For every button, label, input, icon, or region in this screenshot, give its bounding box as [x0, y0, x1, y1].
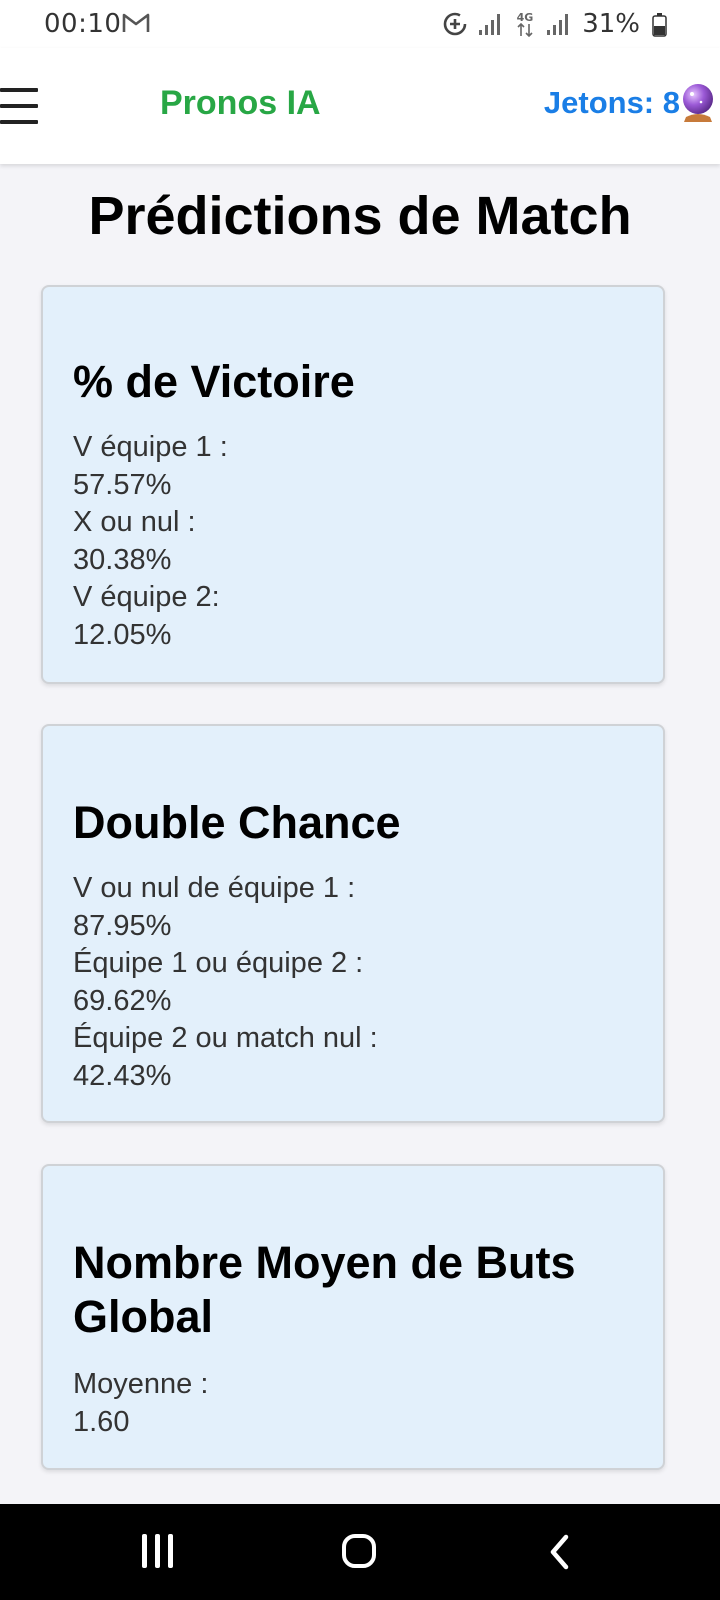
crystal-ball-icon [683, 84, 713, 122]
win-probability-card: % de Victoire V équipe 1 : 57.57% X ou n… [41, 285, 665, 684]
card-value: 69.62% [73, 984, 172, 1017]
card-line: V équipe 1 : [73, 431, 228, 463]
card-title: Nombre Moyen de Buts Global [73, 1237, 576, 1342]
network-label: 4G [517, 11, 534, 24]
card-content: Moyenne : 1.60 [73, 1366, 208, 1441]
card-content: V ou nul de équipe 1 : 87.95% Équipe 1 o… [73, 870, 378, 1095]
status-time: 00:10 [44, 9, 122, 39]
data-saver-icon [443, 12, 467, 36]
gmail-icon [122, 13, 150, 32]
card-title: % de Victoire [73, 356, 355, 407]
card-value: 42.43% [73, 1059, 172, 1092]
card-line: V ou nul de équipe 1 : [73, 872, 356, 904]
card-value: 30.38% [73, 543, 172, 576]
network-4g-icon: 4G [517, 11, 534, 38]
card-line: Équipe 1 ou équipe 2 : [73, 947, 364, 979]
card-line: Équipe 2 ou match nul : [73, 1022, 378, 1054]
app-header: Pronos IA Jetons: 8 [0, 48, 720, 164]
card-value: 57.57% [73, 468, 172, 501]
card-title: Double Chance [73, 797, 401, 848]
average-goals-card: Nombre Moyen de Buts Global Moyenne : 1.… [41, 1164, 665, 1470]
double-chance-card: Double Chance V ou nul de équipe 1 : 87.… [41, 724, 665, 1123]
card-line: X ou nul : [73, 506, 196, 538]
home-icon[interactable] [342, 1534, 376, 1568]
system-nav-bar [0, 1504, 720, 1600]
recent-apps-icon[interactable] [142, 1534, 176, 1568]
tokens-counter[interactable]: Jetons: 8 [544, 85, 680, 121]
status-bar: 00:10 4G 31% [0, 0, 720, 48]
card-value: 1.60 [73, 1405, 130, 1438]
battery-icon [652, 13, 667, 37]
card-content: V équipe 1 : 57.57% X ou nul : 30.38% V … [73, 429, 228, 654]
app-title[interactable]: Pronos IA [160, 84, 321, 123]
battery-percent: 31% [582, 9, 640, 39]
card-line: Moyenne : [73, 1368, 209, 1400]
signal-icon [547, 14, 569, 35]
hamburger-menu-icon[interactable] [0, 88, 40, 124]
back-icon[interactable] [548, 1534, 570, 1570]
card-value: 87.95% [73, 909, 172, 942]
card-value: 12.05% [73, 618, 172, 651]
page-title: Prédictions de Match [88, 186, 632, 246]
signal-icon [479, 14, 501, 35]
card-line: V équipe 2: [73, 581, 220, 613]
status-icons: 4G 31% [442, 9, 666, 39]
